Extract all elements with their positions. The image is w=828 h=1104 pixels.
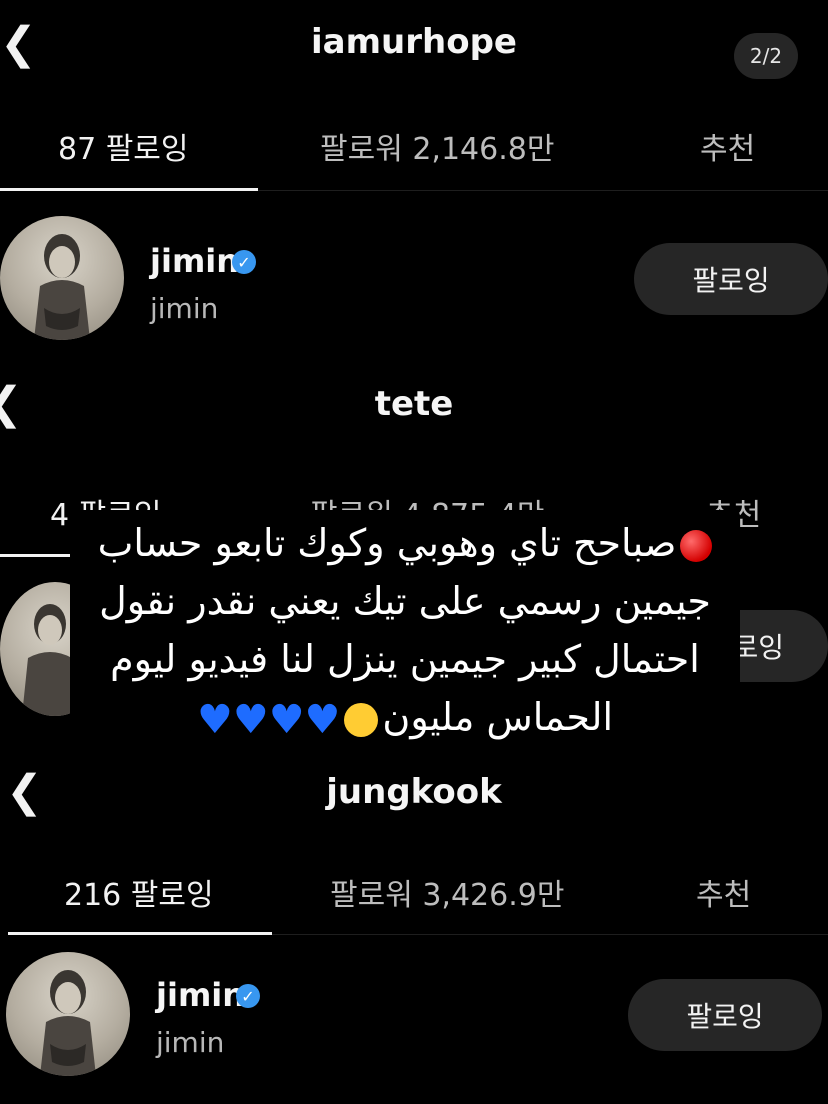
profile-username: tete bbox=[374, 384, 454, 424]
avatar-photo-icon bbox=[40, 970, 96, 1076]
display-name[interactable]: jimin bbox=[150, 242, 239, 280]
page-indicator: 2/2 bbox=[734, 33, 798, 79]
blue-heart-emoji: ♥ bbox=[304, 696, 341, 743]
verified-badge-icon: ✓ bbox=[232, 250, 256, 274]
caption-text: صباحح تاي وهوبي وكوك تابعو حساب bbox=[97, 521, 677, 565]
active-tab-underline bbox=[0, 188, 258, 191]
following-button[interactable]: 팔로잉 bbox=[628, 979, 822, 1051]
tab-suggested[interactable]: 추천 bbox=[700, 124, 755, 168]
red-circle-emoji bbox=[680, 529, 713, 562]
caption-line-3: احتمال كبير جيمين ينزل لنا فيديو ليوم bbox=[110, 637, 700, 681]
tab-suggested[interactable]: 추천 bbox=[696, 870, 751, 914]
blue-heart-emoji: ♥ bbox=[196, 696, 233, 743]
display-name[interactable]: jimin bbox=[156, 976, 245, 1014]
caption-line-1: صباحح تاي وهوبي وكوك تابعو حساب bbox=[90, 514, 720, 572]
tab-followers[interactable]: 팔로워 2,146.8만 bbox=[320, 124, 554, 168]
tab-following[interactable]: 216 팔로잉 bbox=[64, 870, 214, 914]
tab-divider bbox=[272, 934, 828, 935]
following-button[interactable]: 팔로잉 bbox=[634, 243, 828, 315]
user-handle: jimin bbox=[156, 1026, 225, 1059]
caption-overlay: صباحح تاي وهوبي وكوك تابعو حساب جيمين رس… bbox=[70, 510, 740, 753]
crying-face-emoji bbox=[344, 702, 379, 737]
caption-text: الحماس مليون bbox=[382, 695, 614, 739]
caption-line-2: جيمين رسمي على تيك يعني نقدر نقول bbox=[99, 579, 711, 623]
back-chevron-icon[interactable]: ❮ bbox=[0, 22, 37, 66]
blue-heart-emoji: ♥ bbox=[268, 696, 305, 743]
tab-followers[interactable]: 팔로워 3,426.9만 bbox=[330, 870, 564, 914]
back-chevron-icon[interactable]: ❮ bbox=[6, 770, 43, 814]
tab-following[interactable]: 87 팔로잉 bbox=[58, 124, 189, 168]
user-handle: jimin bbox=[150, 292, 219, 325]
profile-username: iamurhope bbox=[311, 22, 517, 62]
back-chevron-icon[interactable]: ❮ bbox=[0, 382, 23, 426]
avatar-photo-icon bbox=[34, 234, 90, 340]
profile-username: jungkook bbox=[326, 772, 502, 812]
verified-badge-icon: ✓ bbox=[236, 984, 260, 1008]
avatar[interactable] bbox=[0, 216, 124, 340]
caption-line-4: الحماس مليون♥♥♥♥ bbox=[90, 688, 720, 749]
blue-heart-emoji: ♥ bbox=[232, 696, 269, 743]
avatar[interactable] bbox=[6, 952, 130, 1076]
tab-divider bbox=[258, 190, 828, 191]
active-tab-underline bbox=[8, 932, 272, 935]
